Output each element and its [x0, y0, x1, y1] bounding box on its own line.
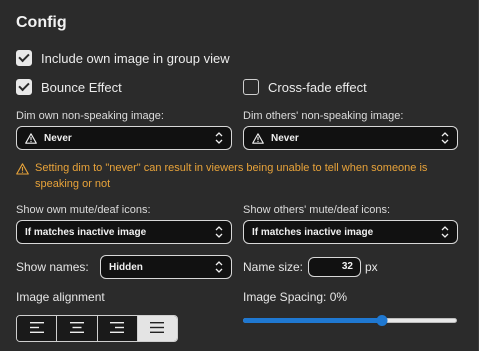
image-alignment-group	[16, 315, 178, 342]
align-center-button[interactable]	[57, 316, 98, 341]
chevron-updown-icon	[441, 131, 449, 145]
dim-warning-message: Setting dim to "never" can result in vie…	[16, 160, 456, 192]
show-names-value: Hidden	[109, 261, 143, 273]
dim-own-select[interactable]: Never	[16, 126, 232, 150]
image-spacing-label: Image Spacing: 0%	[243, 290, 348, 304]
dim-own-label: Dim own non-speaking image:	[16, 110, 164, 122]
crossfade-effect-label: Cross-fade effect	[268, 79, 367, 95]
bounce-effect-checkbox-row[interactable]: Bounce Effect	[16, 79, 122, 95]
bounce-effect-checkbox[interactable]	[16, 79, 32, 95]
chevron-updown-icon	[215, 225, 223, 239]
warning-text: Setting dim to "never" can result in vie…	[35, 162, 428, 190]
include-own-image-label: Include own image in group view	[41, 50, 230, 66]
own-mute-icons-select[interactable]: If matches inactive image	[16, 220, 232, 244]
panel-title: Config	[16, 14, 67, 31]
crossfade-effect-checkbox[interactable]	[243, 79, 259, 95]
crossfade-effect-checkbox-row[interactable]: Cross-fade effect	[243, 79, 367, 95]
dim-own-value: Never	[44, 132, 72, 144]
image-alignment-label: Image alignment	[16, 290, 105, 304]
warning-icon	[16, 160, 29, 192]
name-size-label: Name size:	[243, 260, 304, 274]
align-justify-button[interactable]	[137, 316, 177, 341]
include-own-image-checkbox-row[interactable]: Include own image in group view	[16, 50, 230, 66]
show-names-label: Show names:	[16, 260, 89, 274]
align-right-button[interactable]	[97, 316, 138, 341]
dim-others-label: Dim others' non-speaking image:	[243, 110, 404, 122]
chevron-updown-icon	[215, 260, 223, 274]
align-right-icon	[110, 320, 125, 338]
slider-thumb[interactable]	[376, 315, 388, 326]
slider-fill	[243, 318, 382, 323]
show-names-select[interactable]: Hidden	[100, 255, 232, 279]
align-center-icon	[69, 320, 84, 338]
config-panel: Config Include own image in group view B…	[0, 0, 479, 351]
own-mute-icons-value: If matches inactive image	[25, 226, 147, 238]
include-own-image-checkbox[interactable]	[16, 50, 32, 66]
bounce-effect-label: Bounce Effect	[41, 79, 122, 95]
align-left-icon	[29, 320, 44, 338]
dim-others-value: Never	[271, 132, 299, 144]
name-size-input[interactable]: 32	[308, 257, 361, 277]
warning-icon	[25, 132, 37, 144]
chevron-updown-icon	[441, 225, 449, 239]
others-mute-icons-label: Show others' mute/deaf icons:	[243, 204, 391, 216]
warning-icon	[252, 132, 264, 144]
chevron-updown-icon	[215, 131, 223, 145]
align-justify-icon	[150, 320, 165, 338]
others-mute-icons-value: If matches inactive image	[252, 226, 374, 238]
name-size-unit: px	[365, 260, 378, 274]
own-mute-icons-label: Show own mute/deaf icons:	[16, 204, 151, 216]
others-mute-icons-select[interactable]: If matches inactive image	[243, 220, 458, 244]
align-left-button[interactable]	[17, 316, 58, 341]
image-spacing-slider[interactable]	[243, 315, 457, 327]
dim-others-select[interactable]: Never	[243, 126, 458, 150]
